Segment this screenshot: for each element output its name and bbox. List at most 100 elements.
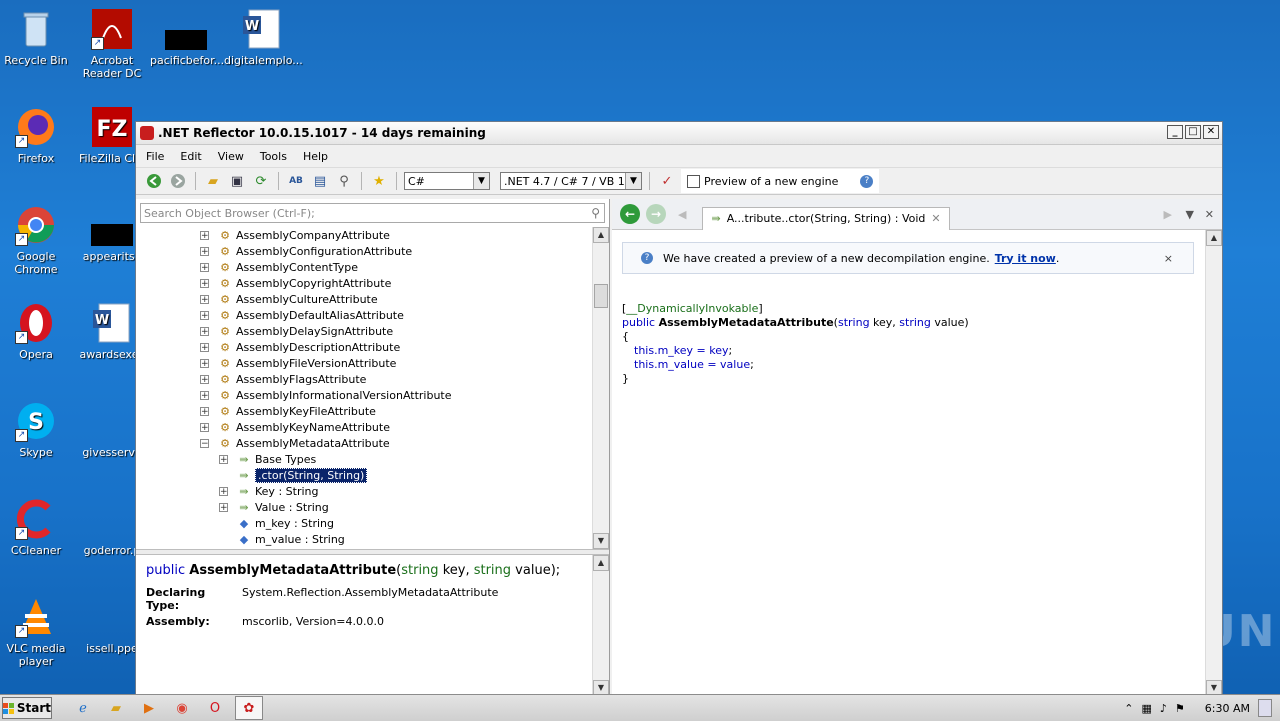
tree-node[interactable]: + ⚙ AssemblyDescriptionAttribute bbox=[136, 339, 592, 355]
desktop-icon-chrome[interactable]: ↗ Google Chrome bbox=[0, 204, 72, 276]
back-button[interactable]: ← bbox=[620, 204, 640, 224]
expand-toggle-icon[interactable]: + bbox=[200, 342, 209, 352]
expand-toggle-icon[interactable]: + bbox=[200, 294, 209, 304]
expand-toggle-icon[interactable]: + bbox=[200, 246, 209, 256]
close-banner-icon[interactable]: × bbox=[1164, 252, 1173, 265]
tree-node[interactable]: + ⚙ AssemblyCompanyAttribute bbox=[136, 227, 592, 243]
expand-toggle-icon[interactable]: + bbox=[219, 454, 228, 464]
code-field[interactable]: .m_value = bbox=[654, 358, 720, 371]
taskbar-reflector-icon[interactable]: ✿ bbox=[235, 696, 263, 720]
menu-tools[interactable]: Tools bbox=[260, 150, 287, 163]
tab-close-icon[interactable]: ✕ bbox=[931, 212, 940, 225]
details-scrollbar[interactable]: ▲ ▼ bbox=[592, 555, 609, 696]
save-icon[interactable]: ▣ bbox=[227, 171, 247, 191]
tree-node-child[interactable]: ◆ m_value : String bbox=[136, 531, 592, 547]
desktop-icon-digital[interactable]: W digitalemplo... bbox=[224, 8, 303, 67]
desktop-icon-pacific[interactable]: pacificbefor... bbox=[150, 8, 224, 67]
back-button[interactable] bbox=[144, 171, 164, 191]
code-field[interactable]: .m_key = bbox=[654, 344, 709, 357]
tab-active-member[interactable]: ⇛ A...tribute..ctor(String, String) : Vo… bbox=[702, 206, 950, 230]
tree-node[interactable]: + ⚙ AssemblyFlagsAttribute bbox=[136, 371, 592, 387]
expand-toggle-icon[interactable]: + bbox=[219, 486, 228, 496]
tree-scrollbar[interactable]: ▲ ▼ bbox=[592, 227, 609, 549]
menu-help[interactable]: Help bbox=[303, 150, 328, 163]
menu-file[interactable]: File bbox=[146, 150, 164, 163]
open-folder-icon[interactable]: ▰ bbox=[203, 171, 223, 191]
taskbar-ie-icon[interactable]: ℯ bbox=[70, 697, 96, 719]
expand-toggle-icon[interactable]: + bbox=[200, 326, 209, 336]
code-type[interactable]: string bbox=[838, 316, 870, 329]
expand-toggle-icon[interactable]: + bbox=[200, 358, 209, 368]
expand-toggle-icon[interactable]: + bbox=[200, 422, 209, 432]
taskbar-chrome-icon[interactable]: ◉ bbox=[169, 697, 195, 719]
preview-engine-toggle[interactable]: Preview of a new engine ? bbox=[681, 169, 880, 193]
tree-node-child[interactable]: + ⇛ Key : String bbox=[136, 483, 592, 499]
expand-toggle-icon[interactable]: + bbox=[200, 230, 209, 240]
desktop-icon-acrobat[interactable]: ↗ Acrobat Reader DC bbox=[76, 8, 148, 80]
tree-node[interactable]: + ⚙ AssemblyInformationalVersionAttribute bbox=[136, 387, 592, 403]
framework-select[interactable]: .NET 4.7 / C# 7 / VB 14 ▼ bbox=[500, 172, 642, 190]
tree-node-child[interactable]: ◆ m_key : String bbox=[136, 515, 592, 531]
tree-node-child[interactable]: ⇛ .ctor(String, String) bbox=[136, 467, 592, 483]
tree-node-child[interactable]: + ⇛ Value : String bbox=[136, 499, 592, 515]
refresh-icon[interactable]: ⟳ bbox=[251, 171, 271, 191]
expand-toggle-icon[interactable]: + bbox=[200, 374, 209, 384]
desktop-icon-recycle-bin[interactable]: Recycle Bin bbox=[0, 8, 72, 67]
tree-node[interactable]: + ⚙ AssemblyContentType bbox=[136, 259, 592, 275]
scroll-up-button[interactable]: ▲ bbox=[593, 555, 609, 571]
code-attribute-name[interactable]: __DynamicallyInvokable bbox=[626, 302, 758, 315]
assembly-value[interactable]: mscorlib, Version=4.0.0.0 bbox=[242, 615, 384, 628]
desktop-icon-firefox[interactable]: ↗ Firefox bbox=[0, 106, 72, 165]
help-icon[interactable]: ? bbox=[860, 174, 874, 188]
tray-expand-icon[interactable]: ⌃ bbox=[1124, 702, 1133, 715]
expand-toggle-icon[interactable]: + bbox=[200, 406, 209, 416]
expand-toggle-icon[interactable]: + bbox=[200, 278, 209, 288]
tree-node[interactable]: + ⚙ AssemblyKeyFileAttribute bbox=[136, 403, 592, 419]
scroll-up-button[interactable]: ▲ bbox=[593, 227, 609, 243]
scroll-down-button[interactable]: ▼ bbox=[593, 533, 609, 549]
tree-node[interactable]: − ⚙ AssemblyMetadataAttribute bbox=[136, 435, 592, 451]
desktop-icon-skype[interactable]: S ↗ Skype bbox=[0, 400, 72, 459]
desktop-icon-opera[interactable]: ↗ Opera bbox=[0, 302, 72, 361]
title-bar[interactable]: .NET Reflector 10.0.15.1017 - 14 days re… bbox=[136, 122, 1222, 145]
desktop-icon-ccleaner[interactable]: ↗ CCleaner bbox=[0, 498, 72, 557]
taskbar-media-player-icon[interactable]: ▶ bbox=[136, 697, 162, 719]
tree-node[interactable]: + ⚙ AssemblyCopyrightAttribute bbox=[136, 275, 592, 291]
declaring-type-value[interactable]: System.Reflection.AssemblyMetadataAttrib… bbox=[242, 586, 498, 612]
tree-node[interactable]: + ⚙ AssemblyCultureAttribute bbox=[136, 291, 592, 307]
desktop-icon-vlc[interactable]: ↗ VLC media player bbox=[0, 596, 72, 668]
search-input[interactable]: Search Object Browser (Ctrl-F); ⚲ bbox=[140, 203, 605, 223]
tab-list-icon[interactable]: ▼ bbox=[1186, 208, 1194, 221]
clock[interactable]: 6:30 AM bbox=[1205, 702, 1250, 715]
show-desktop-icon[interactable] bbox=[1258, 699, 1272, 717]
forward-button[interactable] bbox=[168, 171, 188, 191]
search-icon[interactable]: ⚲ bbox=[334, 171, 354, 191]
menu-edit[interactable]: Edit bbox=[180, 150, 201, 163]
close-pane-icon[interactable]: ✕ bbox=[1205, 208, 1214, 221]
bookmark-star-icon[interactable]: ★ bbox=[369, 171, 389, 191]
tab-scroll-right-icon[interactable]: ▶ bbox=[1164, 208, 1172, 221]
close-button[interactable]: ✕ bbox=[1203, 125, 1219, 139]
tree-node-child[interactable]: + ⇛ Base Types bbox=[136, 451, 592, 467]
taskbar-opera-icon[interactable]: O bbox=[202, 697, 228, 719]
tray-volume-icon[interactable]: ♪ bbox=[1160, 702, 1167, 715]
expand-toggle-icon[interactable]: + bbox=[200, 390, 209, 400]
tree-node[interactable]: + ⚙ AssemblyConfigurationAttribute bbox=[136, 243, 592, 259]
start-button[interactable]: Start bbox=[2, 697, 52, 719]
menu-view[interactable]: View bbox=[218, 150, 244, 163]
tree-node[interactable]: + ⚙ AssemblyKeyNameAttribute bbox=[136, 419, 592, 435]
tree-node[interactable]: + ⚙ AssemblyFileVersionAttribute bbox=[136, 355, 592, 371]
forward-button[interactable]: → bbox=[646, 204, 666, 224]
expand-toggle-icon[interactable]: + bbox=[219, 502, 228, 512]
code-type[interactable]: string bbox=[899, 316, 931, 329]
tree-node[interactable]: + ⚙ AssemblyDefaultAliasAttribute bbox=[136, 307, 592, 323]
tree-node[interactable]: + ⚙ AssemblyDelaySignAttribute bbox=[136, 323, 592, 339]
preview-engine-checkbox[interactable] bbox=[687, 174, 700, 188]
expand-toggle-icon[interactable]: + bbox=[200, 310, 209, 320]
taskbar-explorer-icon[interactable]: ▰ bbox=[103, 697, 129, 719]
code-scrollbar[interactable]: ▲ ▼ bbox=[1205, 230, 1222, 696]
try-it-now-link[interactable]: Try it now bbox=[995, 252, 1056, 265]
minimize-button[interactable]: _ bbox=[1167, 125, 1183, 139]
checklist-icon[interactable]: ✓ bbox=[657, 171, 677, 191]
expand-toggle-icon[interactable]: − bbox=[200, 438, 209, 448]
